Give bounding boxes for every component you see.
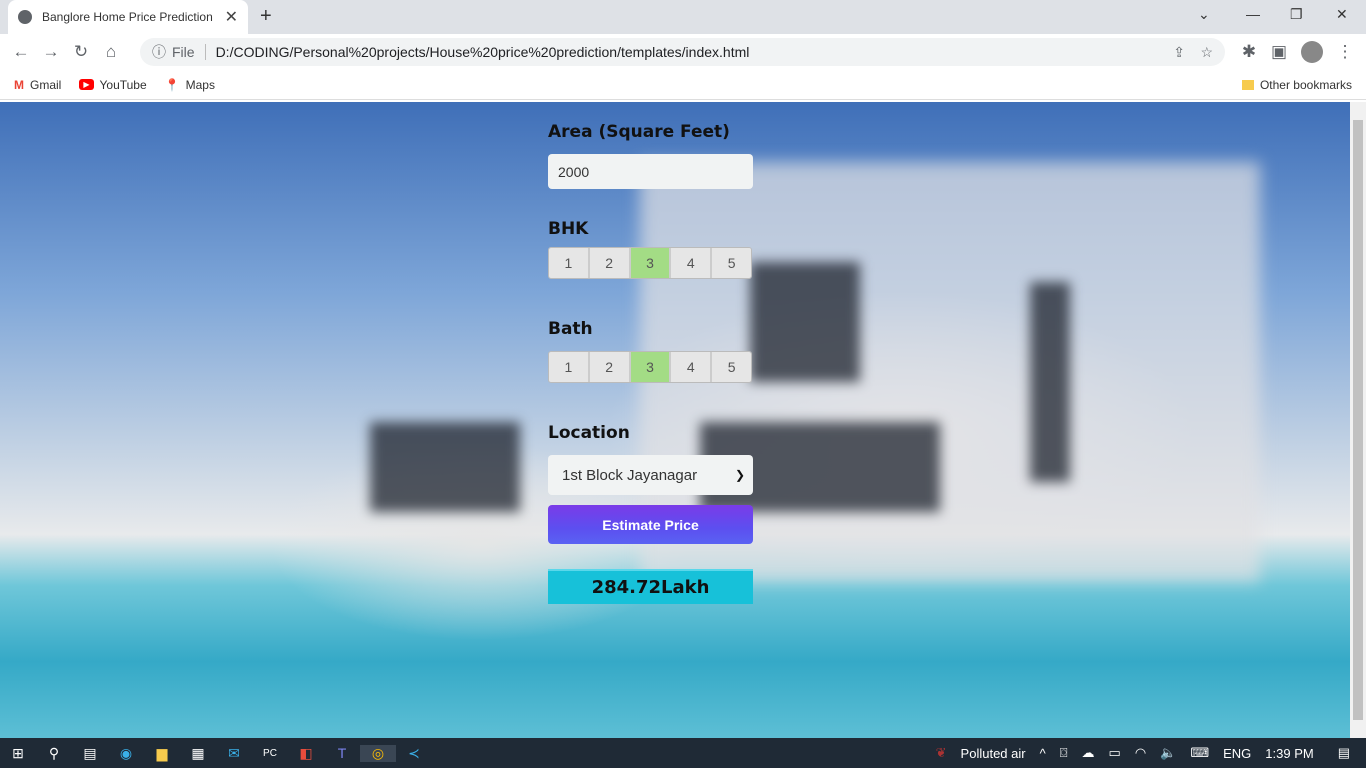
background-window bbox=[750, 262, 860, 382]
url-scheme: File bbox=[172, 44, 206, 60]
back-icon[interactable]: ← bbox=[6, 42, 36, 62]
wifi-icon[interactable]: ◠ bbox=[1135, 745, 1146, 761]
tab-title: Banglore Home Price Prediction bbox=[42, 10, 213, 24]
location-value: 1st Block Jayanagar bbox=[562, 466, 698, 484]
minimize-icon[interactable]: — bbox=[1246, 6, 1260, 22]
share-icon[interactable]: ⇪ bbox=[1173, 44, 1185, 61]
taskbar: ⊞ ⚲ ▤ ◉ ▆ ▦ ✉ PC ◧ T ◎ ≺ ❦ Polluted air … bbox=[0, 738, 1366, 768]
side-panel-icon[interactable]: ▣ bbox=[1264, 42, 1294, 62]
camera-icon[interactable]: ⌼ bbox=[1060, 745, 1068, 761]
notifications-icon[interactable]: ▤ bbox=[1338, 745, 1350, 761]
edge-icon[interactable]: ◉ bbox=[108, 745, 144, 762]
estimate-price-button[interactable]: Estimate Price bbox=[548, 505, 753, 544]
show-hidden-icons[interactable]: ^ bbox=[1040, 746, 1046, 761]
teams-icon[interactable]: T bbox=[324, 745, 360, 761]
estimated-price-result: 284.72Lakh bbox=[548, 569, 753, 604]
close-window-icon[interactable]: ✕ bbox=[1336, 6, 1348, 23]
bookmark-label: Maps bbox=[185, 77, 215, 92]
vscode-icon[interactable]: ≺ bbox=[396, 745, 432, 762]
scrollbar-thumb[interactable] bbox=[1353, 120, 1363, 720]
address-bar[interactable]: ⓘ File D:/CODING/Personal%20projects/Hou… bbox=[140, 38, 1225, 66]
background-window bbox=[370, 422, 520, 512]
volume-icon[interactable]: 🔈 bbox=[1160, 745, 1176, 761]
search-icon[interactable]: ⚲ bbox=[36, 745, 72, 762]
bhk-option-5[interactable]: 5 bbox=[712, 248, 751, 278]
weather-leaf-icon: ❦ bbox=[935, 745, 947, 760]
bhk-label: BHK bbox=[548, 219, 589, 239]
tab-strip: Banglore Home Price Prediction ✕ + ⌄ — ❐… bbox=[0, 0, 1366, 34]
gmail-icon: M bbox=[14, 77, 24, 92]
price-form: Area (Square Feet) 2000 BHK 1 2 3 4 5 Ba… bbox=[548, 102, 753, 604]
windows-start-icon[interactable]: ⊞ bbox=[0, 745, 36, 762]
new-tab-icon[interactable]: + bbox=[260, 5, 272, 28]
bhk-option-1[interactable]: 1 bbox=[549, 248, 590, 278]
globe-icon bbox=[18, 10, 32, 24]
onedrive-icon[interactable]: ☁ bbox=[1082, 745, 1095, 761]
background-window bbox=[1030, 282, 1070, 482]
scrollbar[interactable] bbox=[1350, 102, 1366, 738]
bhk-option-2[interactable]: 2 bbox=[589, 248, 631, 278]
bath-option-3[interactable]: 3 bbox=[630, 352, 672, 382]
bath-option-4[interactable]: 4 bbox=[671, 352, 713, 382]
bath-option-2[interactable]: 2 bbox=[589, 352, 631, 382]
bookmarks-bar: M Gmail ▶ YouTube 📍 Maps Other bookmarks bbox=[0, 70, 1366, 100]
office-icon[interactable]: ◧ bbox=[288, 745, 324, 762]
location-label: Location bbox=[548, 423, 630, 443]
language[interactable]: ENG bbox=[1223, 746, 1251, 761]
url-text: D:/CODING/Personal%20projects/House%20pr… bbox=[215, 44, 750, 60]
file-explorer-icon[interactable]: ▆ bbox=[144, 745, 180, 762]
store-icon[interactable]: ▦ bbox=[180, 745, 216, 762]
avatar[interactable] bbox=[1301, 41, 1323, 63]
pycharm-icon[interactable]: PC bbox=[252, 748, 288, 759]
forward-icon[interactable]: → bbox=[36, 42, 66, 62]
browser-tab[interactable]: Banglore Home Price Prediction ✕ bbox=[8, 0, 248, 34]
chevron-down-icon: ❯ bbox=[734, 468, 745, 482]
location-select[interactable]: 1st Block Jayanagar ❯ bbox=[548, 455, 753, 495]
system-tray: ❦ Polluted air ^ ⌼ ☁ ▭ ◠ 🔈 ⌨ ENG 1:39 PM… bbox=[936, 738, 1366, 768]
close-tab-icon[interactable]: ✕ bbox=[225, 7, 238, 27]
area-label: Area (Square Feet) bbox=[548, 122, 730, 142]
weather-status[interactable]: Polluted air bbox=[961, 746, 1026, 761]
reload-icon[interactable]: ↻ bbox=[66, 42, 96, 62]
other-bookmarks[interactable]: Other bookmarks bbox=[1241, 77, 1352, 92]
folder-icon bbox=[1241, 79, 1254, 90]
mail-icon[interactable]: ✉ bbox=[216, 745, 252, 762]
bath-label: Bath bbox=[548, 319, 593, 339]
bookmark-label: Gmail bbox=[30, 77, 62, 92]
extensions-icon[interactable]: ✱ bbox=[1234, 42, 1264, 62]
chrome-icon[interactable]: ◎ bbox=[360, 744, 396, 762]
bookmark-maps[interactable]: 📍 Maps bbox=[165, 78, 215, 92]
bookmark-youtube[interactable]: ▶ YouTube bbox=[79, 77, 147, 92]
keyboard-icon[interactable]: ⌨ bbox=[1190, 745, 1209, 761]
area-input[interactable]: 2000 bbox=[548, 154, 753, 189]
home-icon[interactable]: ⌂ bbox=[96, 42, 126, 62]
bhk-selector: 1 2 3 4 5 bbox=[548, 247, 752, 279]
bath-selector: 1 2 3 4 5 bbox=[548, 351, 752, 383]
bookmark-gmail[interactable]: M Gmail bbox=[14, 78, 61, 92]
menu-icon[interactable]: ⋮ bbox=[1330, 42, 1360, 62]
youtube-icon: ▶ bbox=[79, 79, 94, 90]
bookmark-label: YouTube bbox=[99, 77, 147, 92]
page-content: Area (Square Feet) 2000 BHK 1 2 3 4 5 Ba… bbox=[0, 102, 1350, 738]
clock[interactable]: 1:39 PM bbox=[1265, 746, 1313, 761]
browser-toolbar: ← → ↻ ⌂ ⓘ File D:/CODING/Personal%20proj… bbox=[0, 34, 1366, 70]
task-view-icon[interactable]: ▤ bbox=[72, 745, 108, 762]
bookmark-label: Other bookmarks bbox=[1259, 77, 1352, 92]
info-icon: ⓘ bbox=[152, 44, 166, 60]
bath-option-5[interactable]: 5 bbox=[712, 352, 751, 382]
tab-search-icon[interactable]: ⌄ bbox=[1198, 6, 1210, 23]
bhk-option-3[interactable]: 3 bbox=[630, 248, 672, 278]
maps-icon: 📍 bbox=[164, 77, 180, 92]
bookmark-star-icon[interactable]: ☆ bbox=[1200, 44, 1213, 61]
restore-icon[interactable]: ❐ bbox=[1290, 6, 1303, 23]
bhk-option-4[interactable]: 4 bbox=[671, 248, 713, 278]
bath-option-1[interactable]: 1 bbox=[549, 352, 590, 382]
battery-icon[interactable]: ▭ bbox=[1109, 745, 1121, 761]
